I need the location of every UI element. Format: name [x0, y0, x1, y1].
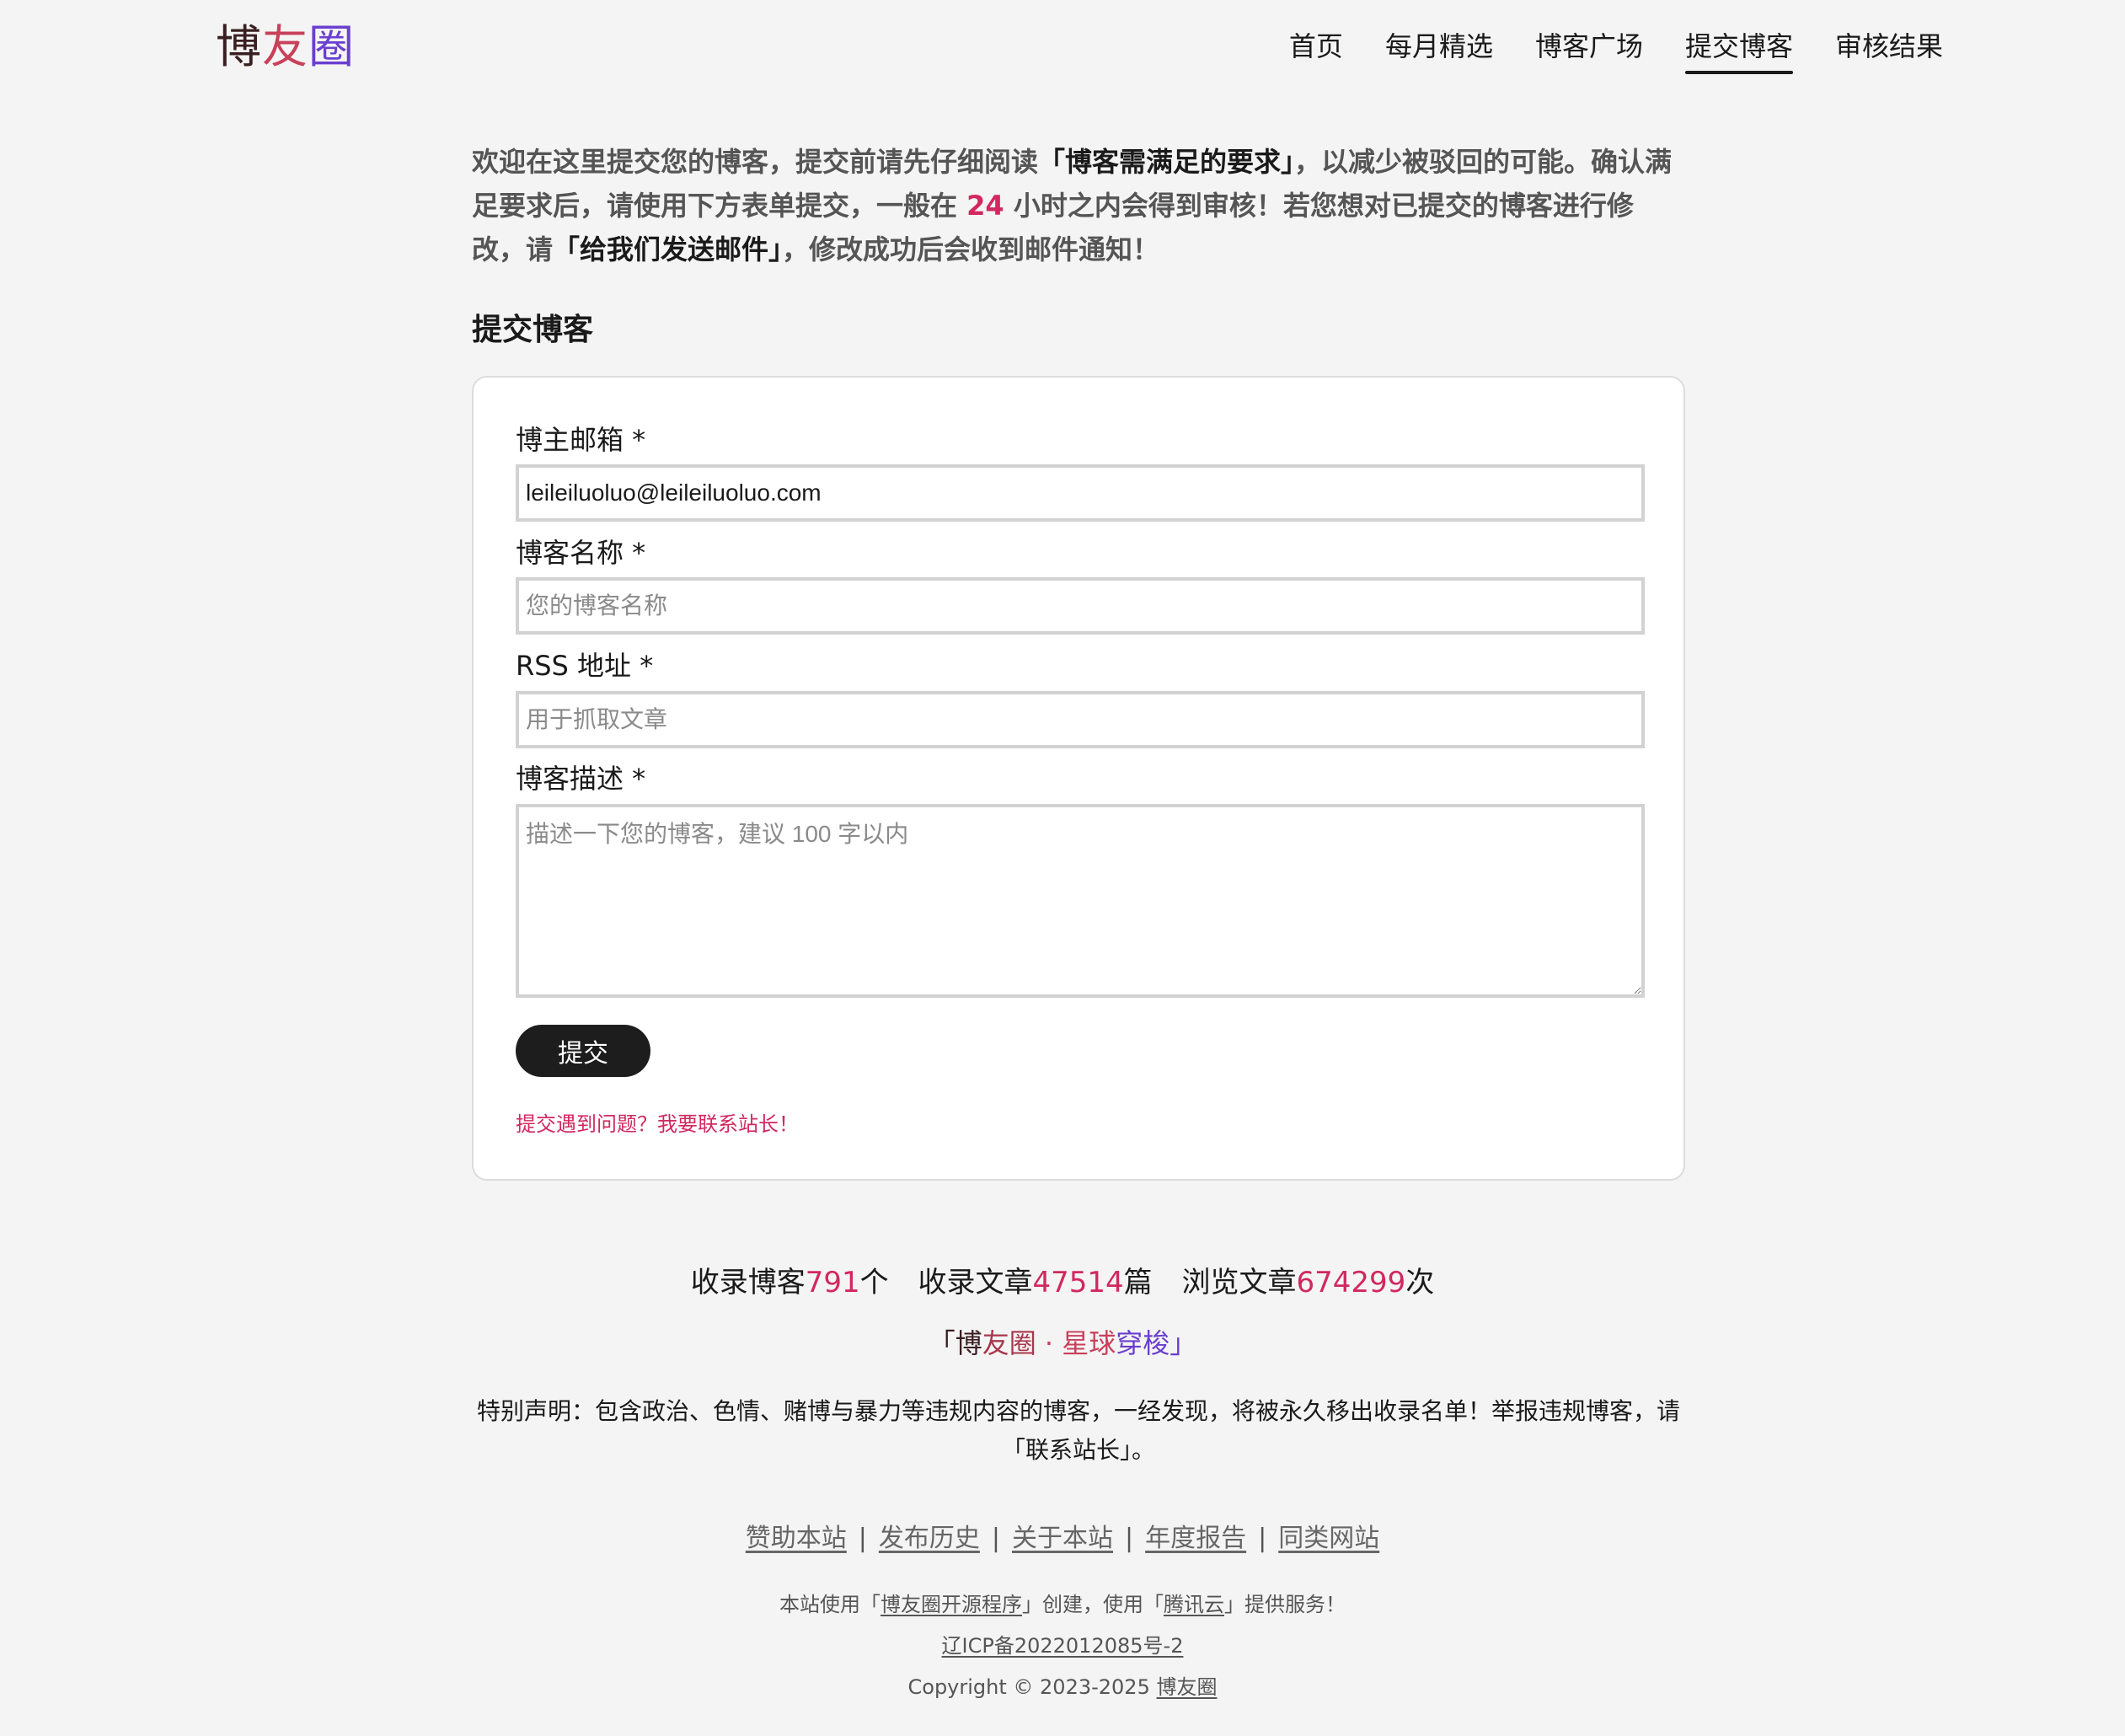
site-tagline: 「博友圈 · 星球穿梭」 — [0, 1321, 2125, 1365]
footer-link-annual-report[interactable]: 年度报告 — [1145, 1524, 1246, 1553]
submit-button[interactable]: 提交 — [516, 1025, 650, 1077]
description-field[interactable] — [516, 804, 1645, 998]
tagline-close-bracket: 」 — [1170, 1327, 1197, 1359]
open-source-link[interactable]: 博友圈开源程序 — [881, 1593, 1022, 1616]
description-label: 博客描述 * — [516, 763, 646, 795]
email-label: 博主邮箱 * — [516, 424, 646, 456]
site-stats: 收录博客791个 收录文章47514篇 浏览文章674299次 — [0, 1261, 2125, 1305]
rss-field[interactable] — [516, 691, 1645, 748]
views-count: 674299 — [1296, 1266, 1406, 1299]
footer-link-similar-sites[interactable]: 同类网站 — [1278, 1524, 1379, 1553]
icp-link[interactable]: 辽ICP备2022012085号-2 — [942, 1634, 1184, 1658]
footer-separator: | — [858, 1524, 867, 1553]
section-title: 提交博客 — [472, 313, 594, 347]
review-hours: 24 — [966, 190, 1004, 222]
tencent-cloud-link[interactable]: 腾讯云 — [1164, 1593, 1224, 1616]
footer-link-release-history[interactable]: 发布历史 — [879, 1524, 980, 1553]
email-field[interactable] — [516, 464, 1645, 522]
nav-monthly-picks[interactable]: 每月精选 — [1385, 25, 1493, 67]
copyright-text: Copyright © 2023-2025 — [907, 1675, 1157, 1699]
tagline-part-1: 博 — [955, 1327, 982, 1359]
articles-count: 47514 — [1032, 1266, 1124, 1299]
contact-admin-link[interactable]: 提交遇到问题？我要联系站长！ — [516, 1109, 799, 1139]
articles-unit: 篇 — [1123, 1266, 1153, 1299]
built-middle: 」创建，使用「 — [1022, 1593, 1164, 1616]
footer-icp: 辽ICP备2022012085号-2 — [0, 1629, 2125, 1663]
footer-separator: | — [991, 1524, 1000, 1553]
tagline-open-bracket: 「 — [928, 1327, 955, 1359]
blog-name-field[interactable] — [516, 577, 1645, 635]
submit-form-card: 博主邮箱 * 博客名称 * RSS 地址 * 博客描述 * 提交 提交遇到问题？… — [472, 376, 1685, 1181]
nav-blog-square[interactable]: 博客广场 — [1535, 25, 1643, 67]
tagline-part-4: 穿梭 — [1116, 1327, 1170, 1359]
footer-separator: | — [1258, 1524, 1267, 1553]
blogs-label: 收录博客 — [690, 1266, 806, 1299]
intro-part-4: ，修改成功后会收到邮件通知！ — [782, 233, 1160, 265]
tagline-part-3: · 星球 — [1036, 1327, 1116, 1359]
views-unit: 次 — [1405, 1266, 1435, 1299]
site-logo[interactable]: 博友圈 — [216, 19, 355, 76]
copyright-link[interactable]: 博友圈 — [1156, 1675, 1217, 1699]
built-suffix: 」提供服务！ — [1224, 1593, 1346, 1616]
nav-review-results[interactable]: 审核结果 — [1835, 25, 1943, 67]
site-header: 博友圈 首页 每月精选 博客广场 提交博客 审核结果 — [0, 0, 2125, 93]
blog-name-label: 博客名称 * — [516, 537, 646, 569]
footer-link-sponsor[interactable]: 赞助本站 — [746, 1524, 847, 1553]
intro-text: 欢迎在这里提交您的博客，提交前请先仔细阅读「博客需满足的要求」，以减少被驳回的可… — [472, 140, 1685, 271]
built-prefix: 本站使用「 — [779, 1593, 881, 1616]
blogs-unit: 个 — [859, 1266, 889, 1299]
articles-label: 收录文章 — [918, 1266, 1033, 1299]
footer-link-about[interactable]: 关于本站 — [1012, 1524, 1113, 1553]
footer-copyright: Copyright © 2023-2025 博友圈 — [0, 1670, 2125, 1704]
disclaimer: 特别声明：包含政治、色情、赌博与暴力等违规内容的博客，一经发现，将被永久移出收录… — [476, 1397, 1680, 1464]
send-email-link[interactable]: 「给我们发送邮件」 — [553, 233, 782, 265]
footer-separator: | — [1125, 1524, 1134, 1553]
logo-char-1: 博 — [216, 20, 262, 73]
blogs-count: 791 — [805, 1266, 860, 1299]
footer-links: 赞助本站 | 发布历史 | 关于本站 | 年度报告 | 同类网站 — [0, 1519, 2125, 1559]
views-label: 浏览文章 — [1181, 1266, 1297, 1299]
intro-part-1: 欢迎在这里提交您的博客，提交前请先仔细阅读 — [472, 146, 1039, 178]
main-nav: 首页 每月精选 博客广场 提交博客 审核结果 — [1289, 25, 1943, 74]
nav-home[interactable]: 首页 — [1289, 25, 1343, 67]
logo-char-2: 友 — [262, 20, 308, 73]
requirements-link[interactable]: 「博客需满足的要求」 — [1038, 146, 1294, 178]
tagline-part-2: 友圈 — [982, 1327, 1036, 1359]
footer-built-with: 本站使用「博友圈开源程序」创建，使用「腾讯云」提供服务！ — [0, 1588, 2125, 1621]
rss-label: RSS 地址 * — [516, 650, 654, 682]
nav-submit-blog[interactable]: 提交博客 — [1684, 25, 1794, 74]
logo-char-3: 圈 — [308, 20, 355, 73]
